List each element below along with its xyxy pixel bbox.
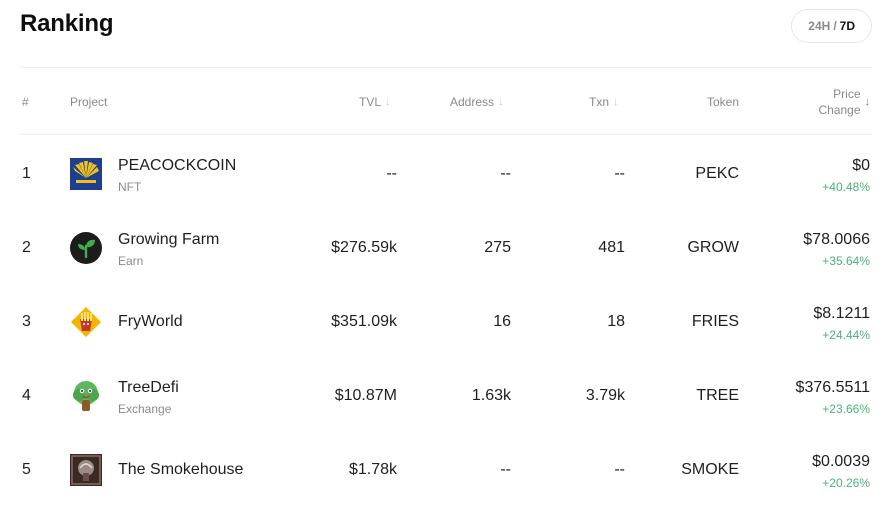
col-rank-header: #	[22, 95, 29, 109]
col-txn-header[interactable]: Txn ↓	[589, 95, 619, 109]
smokehouse-logo-icon	[70, 454, 102, 486]
project-category: Earn	[118, 254, 144, 268]
col-token-label: Token	[707, 95, 740, 109]
col-tvl-label[interactable]: TVL	[359, 95, 381, 109]
txn-cell: 481	[598, 239, 625, 256]
rank-cell: 5	[22, 461, 31, 478]
project-category: NFT	[118, 180, 142, 194]
tree-logo-icon	[73, 381, 99, 411]
rank-cell: 3	[22, 313, 31, 330]
token-cell: TREE	[696, 387, 739, 404]
price-cell: $8.1211	[813, 305, 870, 322]
col-rank-label: #	[22, 95, 29, 109]
header-divider	[20, 67, 872, 68]
price-cell: $376.5511	[795, 379, 870, 396]
col-address-header[interactable]: Address ↓	[450, 95, 504, 109]
project-name-link[interactable]: FryWorld	[118, 313, 183, 331]
col-tvl-header[interactable]: TVL ↓	[359, 95, 391, 109]
price-cell: $0.0039	[812, 453, 870, 470]
period-separator: /	[833, 19, 837, 33]
period-24h-option[interactable]: 24H	[808, 19, 830, 33]
tvl-cell: --	[386, 165, 397, 182]
tvl-cell: $1.78k	[348, 461, 397, 478]
address-cell: 1.63k	[471, 387, 511, 404]
col-address-label[interactable]: Address	[450, 95, 494, 109]
fries-logo-icon	[71, 307, 101, 337]
txn-cell: 18	[607, 313, 625, 330]
price-change-cell: +20.26%	[822, 476, 870, 490]
sort-down-arrow-icon[interactable]: ↓	[865, 96, 871, 108]
peacock-logo-icon	[70, 158, 102, 190]
col-txn-label[interactable]: Txn	[589, 95, 609, 109]
token-cell: GROW	[687, 239, 739, 256]
col-price-header[interactable]: Price Change ↓	[818, 86, 870, 118]
price-cell: $78.0066	[803, 231, 870, 248]
price-change-cell: +35.64%	[822, 254, 870, 268]
period-toggle[interactable]: 24H / 7D	[791, 9, 872, 43]
rank-cell: 1	[22, 165, 31, 182]
sort-down-arrow-icon[interactable]: ↓	[613, 96, 619, 108]
column-header-divider	[20, 134, 872, 135]
rank-cell: 2	[22, 239, 31, 256]
period-7d-option[interactable]: 7D	[840, 19, 855, 33]
price-change-cell: +23.66%	[822, 402, 870, 416]
address-cell: 275	[484, 239, 511, 256]
tvl-cell: $10.87M	[334, 387, 397, 404]
price-change-cell: +40.48%	[822, 180, 870, 194]
page-title: Ranking	[20, 10, 114, 37]
rank-cell: 4	[22, 387, 31, 404]
col-project-label: Project	[70, 95, 108, 109]
col-project-header: Project	[70, 95, 107, 109]
txn-cell: --	[614, 165, 625, 182]
price-change-cell: +24.44%	[822, 328, 870, 342]
sort-down-arrow-icon[interactable]: ↓	[498, 96, 504, 108]
table-row[interactable]: 2 Growing Farm Earn $276.59k 275 481 GRO…	[20, 211, 872, 285]
address-cell: 16	[493, 313, 511, 330]
table-row[interactable]: 4 TreeDefi Exchange $10.87M 1.63k 3.79k …	[20, 359, 872, 433]
token-cell: SMOKE	[681, 461, 739, 478]
price-cell: $0	[852, 157, 870, 174]
token-cell: FRIES	[691, 313, 739, 330]
table-row[interactable]: 5 The Smokehouse $1.78k -- -- SMOKE $0.0…	[20, 433, 872, 507]
project-name-link[interactable]: Growing Farm	[118, 231, 219, 249]
txn-cell: --	[614, 461, 625, 478]
project-category: Exchange	[118, 402, 172, 416]
col-price-label-line1[interactable]: Price	[833, 86, 860, 102]
address-cell: --	[500, 165, 511, 182]
col-token-header: Token	[707, 95, 739, 109]
txn-cell: 3.79k	[585, 387, 625, 404]
address-cell: --	[500, 461, 511, 478]
project-name-link[interactable]: PEACOCKCOIN	[118, 157, 236, 175]
table-row[interactable]: 3 FryWorld $351.09k 16 18 FRIES $8.1211 …	[20, 285, 872, 359]
col-price-label[interactable]: Price Change	[818, 86, 860, 118]
ranking-header: Ranking 24H / 7D	[20, 9, 872, 44]
sort-down-arrow-icon[interactable]: ↓	[385, 96, 391, 108]
table-row[interactable]: 1 PEACOCKCOIN NFT -- -- -- PEKC $0 +40.4…	[20, 137, 872, 211]
tvl-cell: $351.09k	[331, 313, 397, 330]
tvl-cell: $276.59k	[331, 239, 397, 256]
project-name-link[interactable]: The Smokehouse	[118, 461, 243, 479]
token-cell: PEKC	[695, 165, 739, 182]
project-name-link[interactable]: TreeDefi	[118, 379, 179, 397]
sprout-logo-icon	[70, 232, 102, 264]
col-price-label-line2[interactable]: Change	[818, 102, 860, 118]
